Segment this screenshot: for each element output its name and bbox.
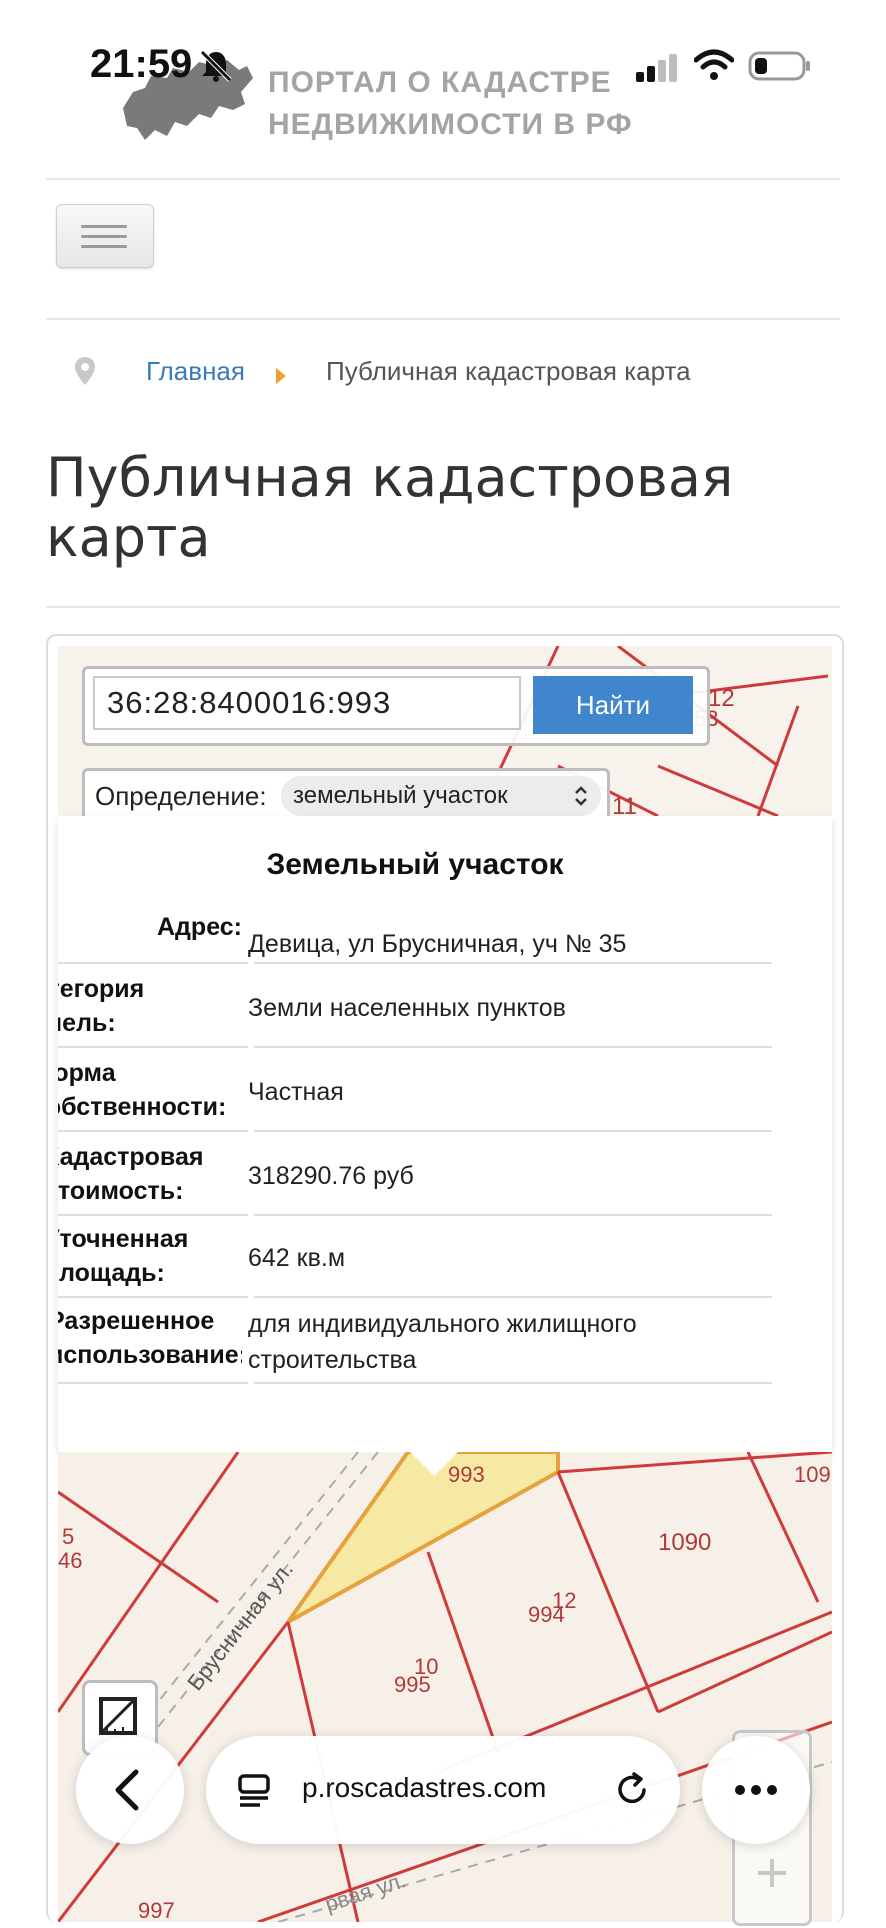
panel-title: Земельный участок	[266, 848, 564, 881]
property-label-land-category: Категория земель:	[58, 975, 145, 1037]
ellipsis-icon	[735, 1785, 777, 1795]
parcel-label: 5	[62, 1524, 74, 1549]
property-value-cadastral-value: 318290.76 руб	[248, 1162, 414, 1190]
status-time: 21:59	[90, 42, 193, 86]
property-label-address: Адрес:	[157, 913, 242, 941]
breadcrumb-arrow-icon	[276, 368, 286, 384]
property-label-cadastral-value: Кадастровая стоимость:	[58, 1143, 204, 1205]
parcel-label: 46	[58, 1548, 82, 1573]
parcel-label: 997	[138, 1898, 175, 1922]
hamburger-menu-button[interactable]	[56, 204, 154, 268]
browser-back-button[interactable]	[76, 1736, 184, 1844]
property-value-address: Девица, ул Брусничная, уч № 35	[248, 930, 627, 958]
definition-label: Определение:	[95, 781, 267, 811]
breadcrumb-home-link[interactable]: Главная	[146, 356, 245, 387]
site-title[interactable]: ПОРТАЛ О КАДАСТРЕ НЕДВИЖИМОСТИ В РФ	[268, 62, 633, 146]
parcel-label: 109	[794, 1462, 831, 1487]
definition-select[interactable]: земельный участок	[281, 776, 601, 816]
site-title-line1: ПОРТАЛ О КАДАСТРЕ	[268, 66, 612, 99]
row-divider	[254, 1382, 772, 1384]
row-divider	[254, 1214, 772, 1216]
chevron-left-icon	[115, 1769, 139, 1811]
cellular-signal-icon	[636, 54, 677, 82]
chevron-updown-icon	[575, 786, 587, 806]
address-bar[interactable]: p.roscadastres.com	[206, 1736, 680, 1844]
street-label: Брусничная ул.	[182, 1557, 298, 1695]
search-bar: Найти	[82, 666, 710, 746]
site-title-line2: НЕДВИЖИМОСТИ В РФ	[268, 108, 633, 141]
property-value-ownership: Частная	[248, 1078, 344, 1106]
title-divider	[46, 606, 840, 608]
row-divider	[254, 1130, 772, 1132]
property-value-area: 642 кв.м	[248, 1244, 346, 1272]
map-view-bottom[interactable]: 993 109 5 46 1090 994 12 10 995 997 Брус…	[58, 1452, 832, 1922]
reload-icon[interactable]	[610, 1768, 654, 1812]
row-divider	[254, 962, 772, 964]
property-label-ownership: Форма собственности:	[58, 1059, 227, 1121]
url-text: p.roscadastres.com	[302, 1772, 547, 1803]
find-button[interactable]: Найти	[533, 676, 693, 734]
more-options-button[interactable]	[702, 1736, 810, 1844]
reader-mode-icon	[238, 1774, 270, 1807]
location-pin-icon	[75, 357, 95, 385]
parcel-label: 12	[552, 1588, 576, 1613]
street-label-2: рвая ул.	[322, 1867, 409, 1917]
map-container[interactable]: 12 53 11 Найти Определение: земельный уч…	[46, 634, 844, 1922]
wifi-icon	[694, 49, 734, 80]
parcel-label: 11	[612, 793, 637, 816]
property-value-land-category: Земли населенных пунктов	[248, 994, 566, 1022]
breadcrumb-current: Публичная кадастровая карта	[326, 356, 691, 386]
row-divider	[254, 1046, 772, 1048]
property-label-area: Уточненная площадь:	[58, 1225, 189, 1287]
row-divider	[58, 1382, 248, 1384]
row-divider	[58, 1130, 248, 1132]
row-divider	[254, 1296, 772, 1298]
hamburger-line	[81, 225, 127, 228]
nav-divider	[46, 318, 840, 320]
page-title: Публичная кадастровая карта	[46, 446, 734, 569]
hamburger-line	[81, 235, 127, 238]
map-parcels-bottom: 993 109 5 46 1090 994 12 10 995 997 Брус…	[58, 1452, 832, 1922]
definition-selected-value: земельный участок	[293, 782, 508, 809]
selected-parcel	[286, 1452, 560, 1624]
cadastral-number-input[interactable]	[93, 676, 521, 730]
row-divider	[58, 1296, 248, 1298]
battery-icon	[748, 51, 810, 81]
parcel-label: 995	[394, 1672, 431, 1697]
property-label-permitted-use: Разрешенное использование:	[58, 1307, 242, 1369]
row-divider	[58, 962, 248, 964]
hamburger-line	[81, 245, 127, 248]
header-divider	[46, 178, 840, 180]
bell-slash-icon	[200, 50, 232, 82]
row-divider	[58, 1214, 248, 1216]
property-value-permitted-use: для индивидуального жилищного строительс…	[248, 1310, 637, 1374]
parcel-label: 1090	[658, 1529, 711, 1556]
panel-pointer	[408, 1450, 460, 1476]
row-divider	[58, 1046, 248, 1048]
parcel-info-panel: Земельный участок Адрес: Девица, ул Брус…	[58, 816, 832, 1476]
